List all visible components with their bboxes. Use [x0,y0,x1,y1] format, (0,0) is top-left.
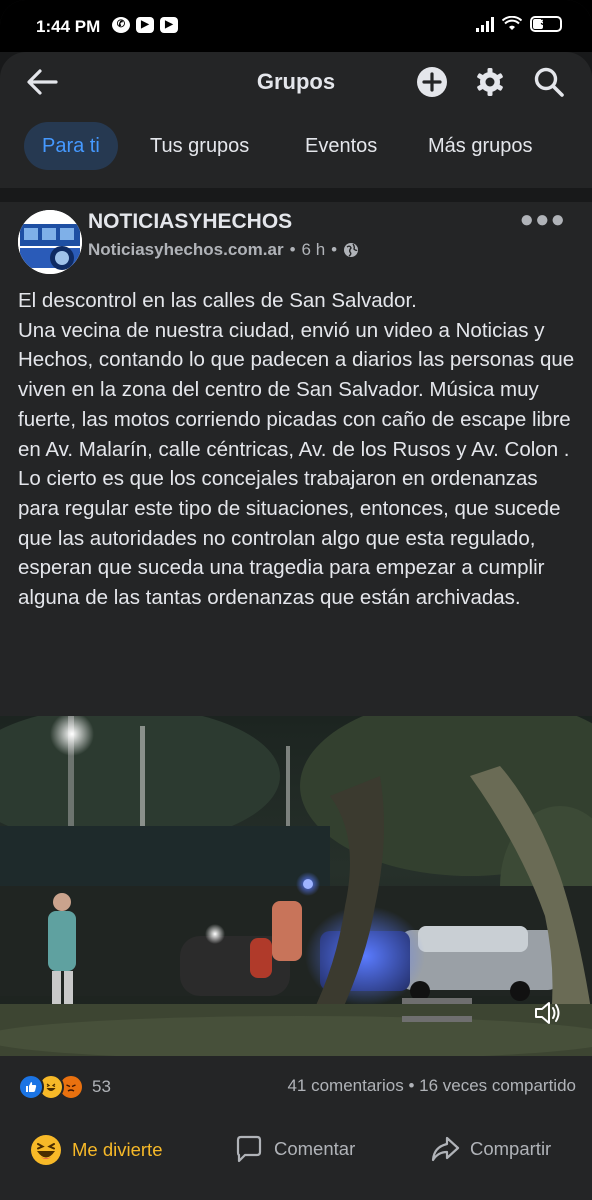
avatar[interactable] [18,210,82,274]
post-meta: Noticiasyhechos.com.ar • 6 h • [88,240,359,260]
app-header: Grupos [0,52,592,112]
search-icon[interactable] [531,64,567,100]
globe-icon [344,243,359,257]
comment-icon [236,1135,262,1163]
wifi-icon [502,16,522,30]
create-plus-icon[interactable] [414,64,450,100]
haha-emoji-icon [31,1135,61,1165]
battery-level: 36 [540,17,552,28]
like-reaction-icon [18,1074,44,1100]
reactions-summary[interactable]: 53 [18,1074,111,1100]
shares-count[interactable]: 16 veces compartido [419,1076,576,1095]
post-paragraph: Lo cierto es que los concejales trabajar… [18,467,561,610]
tab-para-ti[interactable]: Para ti [24,122,118,170]
stats-dot: • [408,1076,415,1095]
tab-mas-grupos[interactable]: Más grupos [428,122,533,170]
gear-icon[interactable] [472,64,508,100]
react-button[interactable]: Me divierte [30,1134,162,1166]
post-paragraph: El descontrol en las calles de San Salva… [18,289,417,312]
post-paragraph: Una vecina de nuestra ciudad, envió un v… [18,318,575,461]
meta-dot: • [289,240,296,259]
share-arrow-icon [431,1136,460,1162]
post-text: El descontrol en las calles de San Salva… [18,286,578,613]
comments-count[interactable]: 41 comentarios [287,1076,403,1095]
tab-eventos[interactable]: Eventos [305,122,377,170]
whatsapp-icon: ✆ [112,17,130,33]
youtube-icon: ▶ [136,17,154,33]
share-button[interactable]: Compartir [430,1134,551,1164]
meta-dot: • [331,240,338,259]
react-button-label: Me divierte [72,1139,163,1160]
mute-volume-icon[interactable] [532,998,562,1028]
tab-bar: Para ti Tus grupos Eventos Más grupos [0,112,592,188]
status-right: 36 [476,16,562,32]
page-logo-icon [18,210,82,274]
engagement-stats: 41 comentarios • 16 veces compartido [287,1076,576,1096]
tab-tus-grupos[interactable]: Tus grupos [150,122,249,170]
battery-icon: 36 [530,16,562,32]
comment-button-label: Comentar [274,1138,356,1159]
signal-icon [476,16,494,32]
notification-icons: ✆ ▶ ▶ [112,17,178,33]
post-time[interactable]: 6 h [302,240,326,260]
status-time: 1:44 PM [36,17,101,36]
post-author[interactable]: NOTICIASYHECHOS [88,210,292,234]
more-options-icon[interactable]: ●●● [520,206,567,234]
facebook-groups-screen: 1:44 PM ✆ ▶ ▶ 36 Grupos Para ti Tus grup… [0,0,592,1200]
post-video[interactable] [0,716,592,1056]
youtube-icon: ▶ [160,17,178,33]
post-source[interactable]: Noticiasyhechos.com.ar [88,240,284,260]
comment-button[interactable]: Comentar [234,1134,355,1164]
post-stats: 53 41 comentarios • 16 veces compartido [18,1074,576,1104]
video-frame [0,716,592,1056]
share-button-label: Compartir [470,1138,552,1159]
status-bar: 1:44 PM ✆ ▶ ▶ 36 [0,0,592,52]
reaction-count: 53 [92,1077,111,1096]
post-actions: Me divierte Comentar Compartir [0,1122,592,1182]
feed-post: NOTICIASYHECHOS Noticiasyhechos.com.ar •… [0,202,592,1200]
